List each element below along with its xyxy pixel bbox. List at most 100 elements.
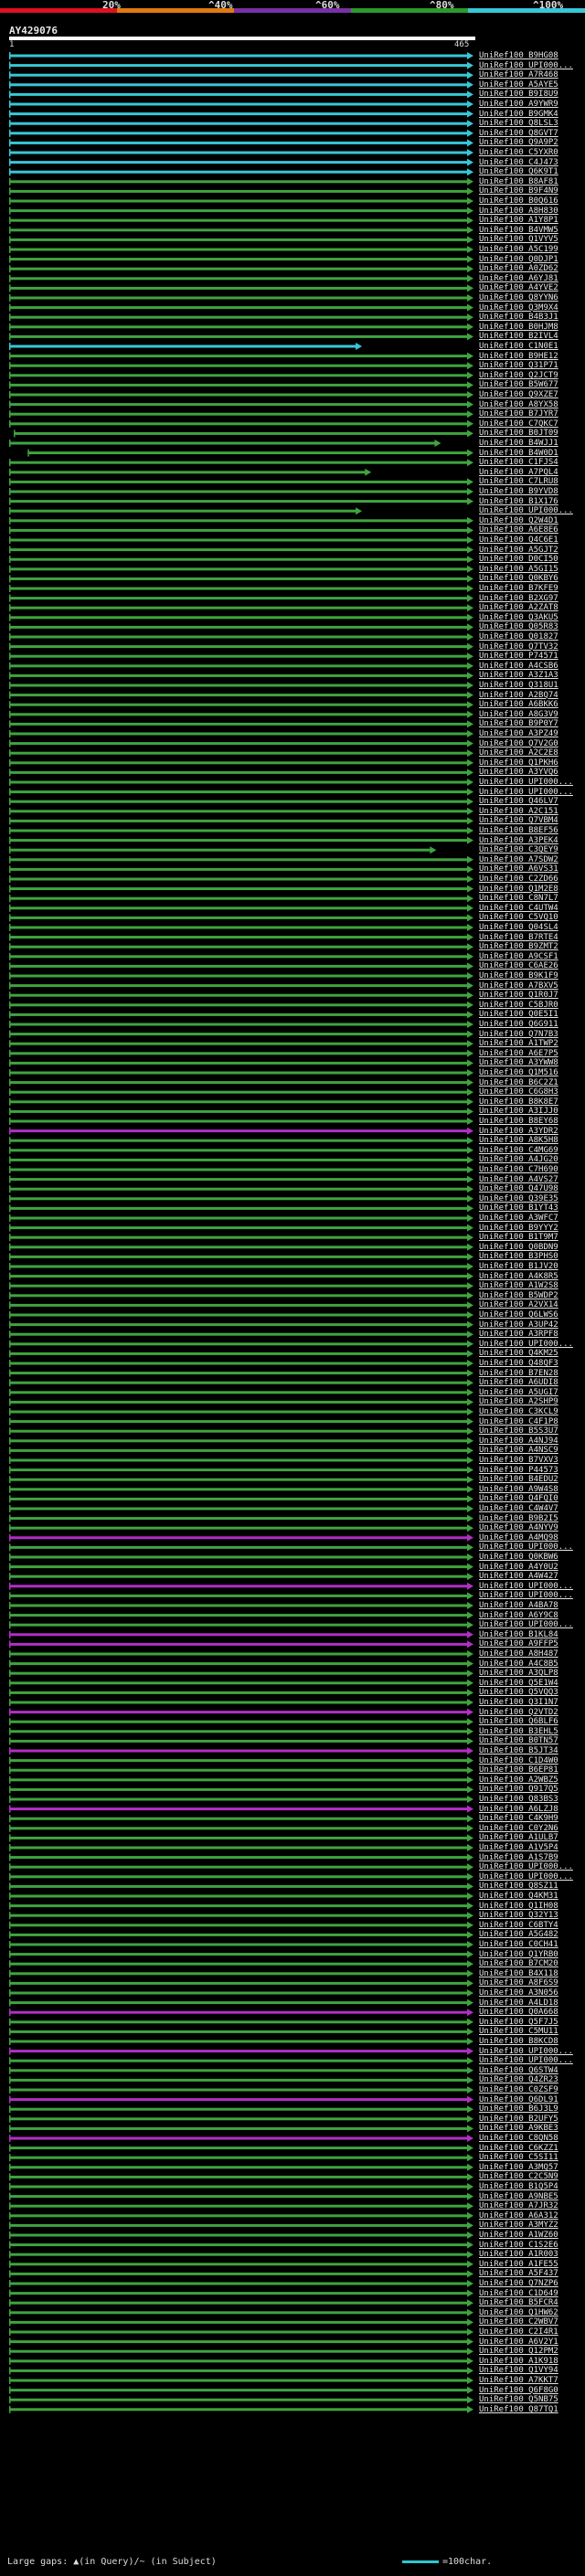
hit-name-link[interactable]: UniRef100_B9HE12	[479, 352, 558, 361]
hit-name-link[interactable]: UniRef100_Q5NB75	[479, 2395, 558, 2404]
hit-name-link[interactable]: UniRef100_B8KCD8	[479, 2037, 558, 2046]
hit-name-link[interactable]: UniRef100_B5W677	[479, 380, 558, 389]
hit-name-link[interactable]: UniRef100_A3MQ57	[479, 2163, 558, 2172]
hit-name-link[interactable]: UniRef100_Q31P71	[479, 361, 558, 370]
hit-name-link[interactable]: UniRef100_Q4FQI0	[479, 1494, 558, 1503]
hit-name-link[interactable]: UniRef100_B4X118	[479, 1969, 558, 1978]
hit-name-link[interactable]: UniRef100_Q5E1W4	[479, 1679, 558, 1688]
hit-name-link[interactable]: UniRef100_Q4C6E1	[479, 535, 558, 545]
hit-name-link[interactable]: UniRef100_A3YDR2	[479, 1127, 558, 1136]
hit-name-link[interactable]: UniRef100_Q01827	[479, 632, 558, 641]
hit-name-link[interactable]: UniRef100_UPI000...	[479, 1340, 573, 1349]
hit-name-link[interactable]: UniRef100_B7KFE9	[479, 584, 558, 593]
hit-name-link[interactable]: UniRef100_Q4ZR23	[479, 2075, 558, 2084]
hit-name-link[interactable]: UniRef100_P44573	[479, 1466, 558, 1475]
hit-name-link[interactable]: UniRef100_Q6DL91	[479, 2095, 558, 2104]
hit-name-link[interactable]: UniRef100_Q12PM2	[479, 2347, 558, 2356]
hit-name-link[interactable]: UniRef100_A3YVQ6	[479, 768, 558, 777]
hit-name-link[interactable]: UniRef100_A1ULB7	[479, 1833, 558, 1842]
hit-name-link[interactable]: UniRef100_A6A312	[479, 2211, 558, 2221]
hit-name-link[interactable]: UniRef100_A1FE55	[479, 2260, 558, 2269]
hit-name-link[interactable]: UniRef100_Q2W4D1	[479, 516, 558, 525]
hit-name-link[interactable]: UniRef100_Q1PKH6	[479, 758, 558, 768]
hit-name-link[interactable]: UniRef100_A4LD18	[479, 1998, 558, 2008]
hit-name-link[interactable]: UniRef100_A2WBZ5	[479, 1776, 558, 1785]
hit-name-link[interactable]: UniRef100_A9KBE3	[479, 2124, 558, 2133]
hit-name-link[interactable]: UniRef100_B1YT43	[479, 1203, 558, 1213]
hit-name-link[interactable]: UniRef100_C7QKC7	[479, 419, 558, 429]
hit-name-link[interactable]: UniRef100_UPI000...	[479, 1620, 573, 1629]
hit-name-link[interactable]: UniRef100_C5MU11	[479, 2027, 558, 2036]
hit-name-link[interactable]: UniRef100_Q0KBW6	[479, 1553, 558, 1562]
hit-name-link[interactable]: UniRef100_C8QN58	[479, 2134, 558, 2143]
hit-name-link[interactable]: UniRef100_UPI000...	[479, 1582, 573, 1591]
hit-name-link[interactable]: UniRef100_A8YX58	[479, 400, 558, 409]
hit-name-link[interactable]: UniRef100_C4F1P8	[479, 1417, 558, 1426]
hit-name-link[interactable]: UniRef100_Q7NZP6	[479, 2279, 558, 2288]
hit-name-link[interactable]: UniRef100_Q7N7B3	[479, 1030, 558, 1039]
hit-name-link[interactable]: UniRef100_C1D4W0	[479, 1756, 558, 1765]
hit-name-link[interactable]: UniRef100_B7CM20	[479, 1959, 558, 1968]
hit-name-link[interactable]: UniRef100_C5YXR0	[479, 148, 558, 157]
hit-name-link[interactable]: UniRef100_B9F4N9	[479, 186, 558, 196]
hit-name-link[interactable]: UniRef100_A4VS27	[479, 1175, 558, 1184]
hit-name-link[interactable]: UniRef100_A6E7P5	[479, 1049, 558, 1058]
hit-name-link[interactable]: UniRef100_Q04SL4	[479, 923, 558, 932]
hit-name-link[interactable]: UniRef100_B8K8E7	[479, 1097, 558, 1107]
hit-name-link[interactable]: UniRef100_A9NBE5	[479, 2192, 558, 2201]
hit-name-link[interactable]: UniRef100_C2ZD66	[479, 875, 558, 884]
hit-name-link[interactable]: UniRef100_A1S7B9	[479, 1853, 558, 1862]
hit-name-link[interactable]: UniRef100_A7R468	[479, 70, 558, 80]
hit-name-link[interactable]: UniRef100_Q8SZ11	[479, 1882, 558, 1891]
hit-name-link[interactable]: UniRef100_A5G482	[479, 1930, 558, 1939]
hit-name-link[interactable]: UniRef100_B6EP81	[479, 1765, 558, 1775]
hit-name-link[interactable]: UniRef100_B4VMW5	[479, 226, 558, 235]
hit-name-link[interactable]: UniRef100_UPI000...	[479, 788, 573, 797]
hit-name-link[interactable]: UniRef100_Q1YRB0	[479, 1950, 558, 1959]
hit-name-link[interactable]: UniRef100_B0TN57	[479, 1736, 558, 1745]
hit-name-link[interactable]: UniRef100_A7PQL4	[479, 468, 558, 477]
hit-name-link[interactable]: UniRef100_B8EY68	[479, 1117, 558, 1126]
hit-name-link[interactable]: UniRef100_A3PZ49	[479, 729, 558, 738]
hit-name-link[interactable]: UniRef100_A4NYV9	[479, 1523, 558, 1532]
hit-name-link[interactable]: UniRef100_B1T9M7	[479, 1233, 558, 1242]
hit-name-link[interactable]: UniRef100_A4W427	[479, 1572, 558, 1581]
hit-name-link[interactable]: UniRef100_B1X176	[479, 497, 558, 506]
hit-name-link[interactable]: UniRef100_B3EHL5	[479, 1727, 558, 1736]
hit-name-link[interactable]: UniRef100_A9CSF1	[479, 952, 558, 961]
hit-name-link[interactable]: UniRef100_B9GMK4	[479, 110, 558, 119]
hit-name-link[interactable]: UniRef100_C3QEY9	[479, 845, 558, 854]
hit-name-link[interactable]: UniRef100_A8G3V9	[479, 710, 558, 719]
hit-name-link[interactable]: UniRef100_C6AE26	[479, 961, 558, 970]
hit-name-link[interactable]: UniRef100_A2SHP9	[479, 1397, 558, 1406]
hit-name-link[interactable]: UniRef100_C1D649	[479, 2289, 558, 2298]
hit-name-link[interactable]: UniRef100_B4WJJ1	[479, 439, 558, 448]
hit-name-link[interactable]: UniRef100_B0Q616	[479, 196, 558, 206]
hit-name-link[interactable]: UniRef100_B5JT34	[479, 1746, 558, 1755]
hit-name-link[interactable]: UniRef100_A8F6S9	[479, 1978, 558, 1988]
hit-name-link[interactable]: UniRef100_A3WFC7	[479, 1214, 558, 1223]
hit-name-link[interactable]: UniRef100_B1KL84	[479, 1630, 558, 1639]
hit-name-link[interactable]: UniRef100_C0Y2N6	[479, 1824, 558, 1833]
hit-name-link[interactable]: UniRef100_B9ZMT2	[479, 942, 558, 951]
hit-name-link[interactable]: UniRef100_C0ZSF9	[479, 2085, 558, 2094]
hit-name-link[interactable]: UniRef100_A1Y8P1	[479, 216, 558, 225]
hit-name-link[interactable]: UniRef100_B4B3J1	[479, 313, 558, 322]
hit-name-link[interactable]: UniRef100_A4C8B5	[479, 1659, 558, 1669]
hit-name-link[interactable]: UniRef100_A3IJJ0	[479, 1107, 558, 1116]
hit-name-link[interactable]: UniRef100_Q87TQ1	[479, 2405, 558, 2414]
hit-name-link[interactable]: UniRef100_Q1HW62	[479, 2308, 558, 2317]
hit-name-link[interactable]: UniRef100_P74571	[479, 652, 558, 661]
hit-name-link[interactable]: UniRef100_C6KZZ1	[479, 2144, 558, 2153]
hit-name-link[interactable]: UniRef100_A2ZAT8	[479, 603, 558, 612]
hit-name-link[interactable]: UniRef100_A5AYE5	[479, 80, 558, 90]
hit-name-link[interactable]: UniRef100_B8EF56	[479, 826, 558, 835]
hit-name-link[interactable]: UniRef100_B7JYR7	[479, 409, 558, 419]
hit-name-link[interactable]: UniRef100_Q6LWS6	[479, 1310, 558, 1320]
hit-name-link[interactable]: UniRef100_C4K9H9	[479, 1814, 558, 1823]
hit-name-link[interactable]: UniRef100_Q48QF3	[479, 1359, 558, 1368]
hit-name-link[interactable]: UniRef100_B7RTE4	[479, 933, 558, 942]
hit-name-link[interactable]: UniRef100_C5VQ10	[479, 913, 558, 922]
hit-name-link[interactable]: UniRef100_A3YWW8	[479, 1058, 558, 1067]
hit-name-link[interactable]: UniRef100_Q917Q5	[479, 1785, 558, 1794]
